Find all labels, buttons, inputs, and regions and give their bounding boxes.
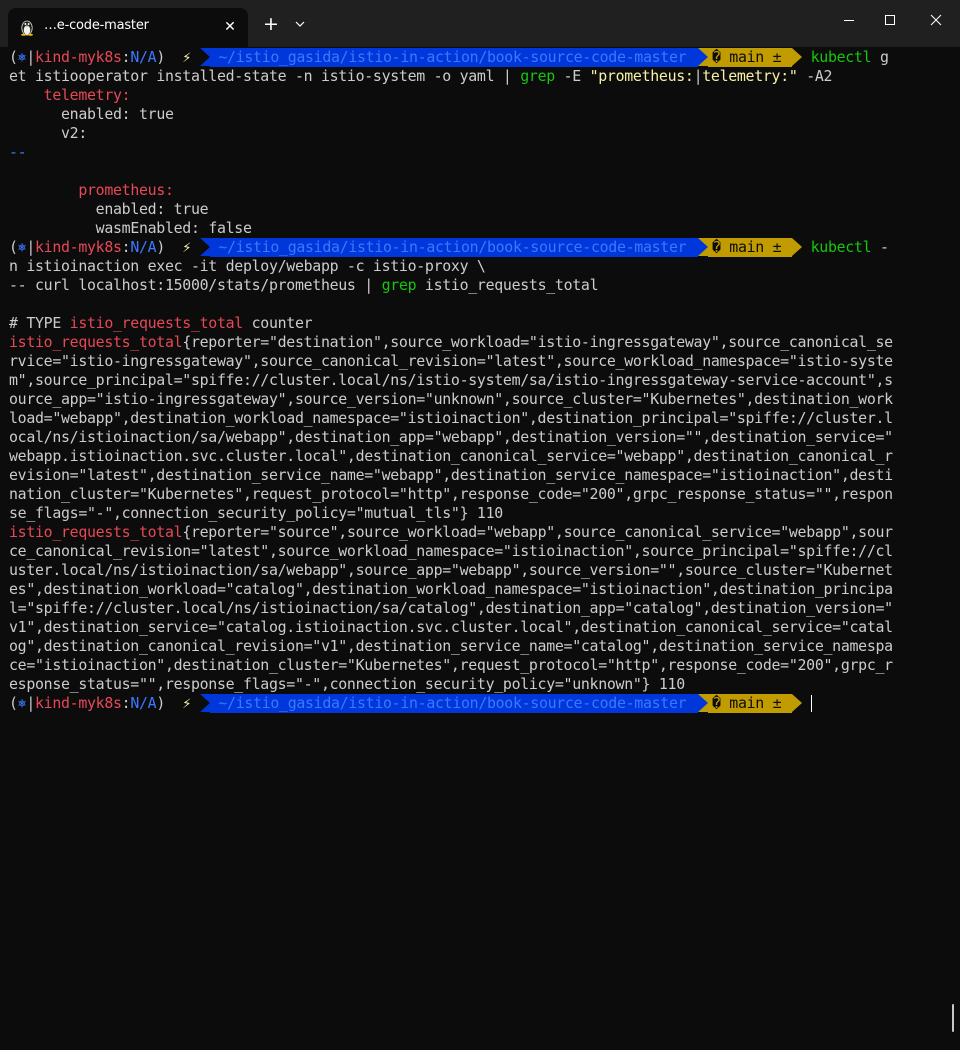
output-line: telemetry: <box>43 86 131 104</box>
kube-namespace: N/A <box>130 238 157 256</box>
output-line: enabled: true <box>95 200 209 218</box>
linux-tux-icon <box>21 20 33 36</box>
prompt-path: ~/istio_gasida/istio-in-action/book-sour… <box>209 694 698 713</box>
kube-namespace: N/A <box>130 48 157 66</box>
text-cursor[interactable] <box>810 695 812 712</box>
title-bar[interactable]: …e-code-master ✕ + <box>0 0 960 47</box>
bolt-icon: ⚡ <box>182 694 192 712</box>
metric-line: ource_app="istio-ingressgateway",source_… <box>9 390 893 408</box>
metric-line: istio_requests_total{reporter="destinati… <box>9 333 893 351</box>
metric-line: rvice="istio-ingressgateway",source_cano… <box>9 352 893 370</box>
new-tab-button[interactable]: + <box>261 14 281 34</box>
metric-line: esponse_status="",response_flags="-",con… <box>9 675 685 693</box>
git-branch: � main ± <box>707 238 792 257</box>
git-branch: � main ± <box>707 48 792 67</box>
kube-context: kind-myk8s <box>35 694 122 712</box>
command-name: kubectl <box>810 48 872 66</box>
metric-line: l="spiffe://cluster.local/ns/istioinacti… <box>9 599 893 617</box>
command-name: kubectl <box>810 238 872 256</box>
terminal-output[interactable]: (⎈|kind-myk8s:N/A) ⚡ ~/istio_gasida/isti… <box>9 48 929 713</box>
terminal-tab[interactable]: …e-code-master ✕ <box>8 8 248 47</box>
metric-line: ocal/ns/istioinaction/sa/webapp",destina… <box>9 428 893 446</box>
kube-context: kind-myk8s <box>35 238 122 256</box>
output-line: # TYPE istio_requests_total counter <box>9 314 313 332</box>
output-line: enabled: true <box>61 105 174 123</box>
prompt-line[interactable]: (⎈|kind-myk8s:N/A) ⚡ ~/istio_gasida/isti… <box>9 694 929 713</box>
metric-line: m",source_principal="spiffe://cluster.lo… <box>9 371 893 389</box>
output-line: v2: <box>61 124 88 142</box>
prompt-line: (⎈|kind-myk8s:N/A) ⚡ ~/istio_gasida/isti… <box>9 48 889 67</box>
close-window-icon[interactable] <box>926 10 946 30</box>
command-line: n istioinaction exec -it deploy/webapp -… <box>9 257 486 275</box>
git-branch: � main ± <box>707 694 792 713</box>
close-tab-icon[interactable]: ✕ <box>220 17 240 37</box>
bolt-icon: ⚡ <box>182 238 192 256</box>
metric-line: nation_cluster="Kubernetes",request_prot… <box>9 485 893 503</box>
metric-line: istio_requests_total{reporter="source",s… <box>9 523 893 541</box>
kube-context: kind-myk8s <box>35 48 122 66</box>
output-line: -- <box>9 143 27 161</box>
metric-line: evision="latest",destination_service_nam… <box>9 466 893 484</box>
command-line: et istiooperator installed-state -n isti… <box>9 67 833 85</box>
output-line: wasmEnabled: false <box>95 219 252 237</box>
metric-line: ce_canonical_revision="latest",source_wo… <box>9 542 893 560</box>
chevron-down-icon[interactable] <box>291 14 309 34</box>
output-line: prometheus: <box>78 181 174 199</box>
bolt-icon: ⚡ <box>182 48 192 66</box>
maximize-icon[interactable] <box>880 10 900 30</box>
scrollbar[interactable] <box>952 1004 954 1032</box>
metric-line: load="webapp",destination_workload_names… <box>9 409 893 427</box>
metric-line: se_flags="-",connection_security_policy=… <box>9 504 503 522</box>
prompt-path: ~/istio_gasida/istio-in-action/book-sour… <box>209 48 698 67</box>
minimize-icon[interactable] <box>839 10 859 30</box>
metric-line: uster.local/ns/istioinaction/sa/webapp",… <box>9 561 893 579</box>
metric-line: webapp.istioinaction.svc.cluster.local",… <box>9 447 893 465</box>
tab-title: …e-code-master <box>44 18 149 33</box>
kube-namespace: N/A <box>130 694 157 712</box>
prompt-path: ~/istio_gasida/istio-in-action/book-sour… <box>209 238 698 257</box>
metric-line: v1",destination_service="catalog.istioin… <box>9 618 893 636</box>
command-line: -- curl localhost:15000/stats/prometheus… <box>9 276 599 294</box>
prompt-line: (⎈|kind-myk8s:N/A) ⚡ ~/istio_gasida/isti… <box>9 238 889 257</box>
metric-line: og",destination_canonical_revision="v1",… <box>9 637 893 655</box>
metric-line: ce="istioinaction",destination_cluster="… <box>9 656 893 674</box>
metric-line: es",destination_workload="catalog",desti… <box>9 580 893 598</box>
